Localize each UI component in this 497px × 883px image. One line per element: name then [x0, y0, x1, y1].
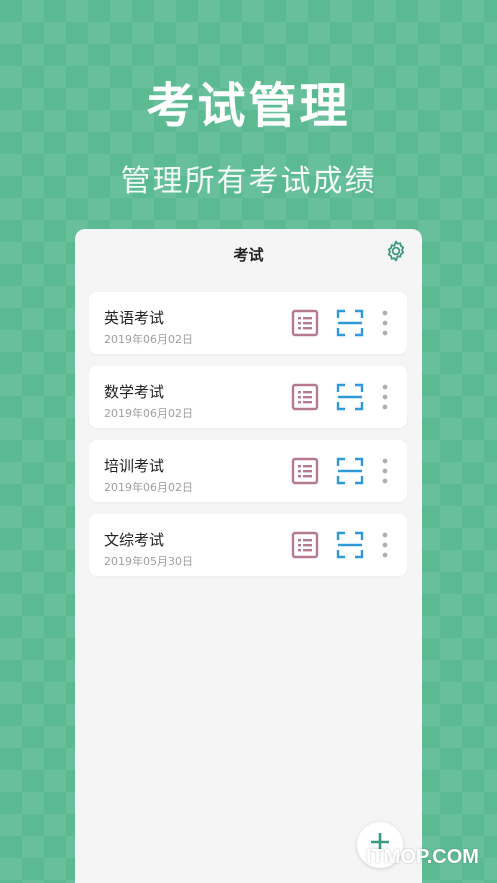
more-vertical-icon[interactable]: [379, 383, 391, 411]
more-vertical-icon[interactable]: [379, 531, 391, 559]
exam-card[interactable]: 文综考试 2019年05月30日: [89, 514, 407, 576]
exam-list: 英语考试 2019年06月02日 数学考试 2019年06月02日 培训考试 2…: [89, 292, 407, 588]
exam-date: 2019年05月30日: [104, 555, 193, 568]
scan-icon[interactable]: [336, 531, 364, 559]
scan-icon[interactable]: [336, 309, 364, 337]
app-top-bar: 考试: [75, 229, 422, 275]
report-list-icon[interactable]: [291, 383, 319, 411]
exam-name: 数学考试: [104, 383, 165, 401]
report-list-icon[interactable]: [291, 531, 319, 559]
exam-card[interactable]: 英语考试 2019年06月02日: [89, 292, 407, 354]
exam-name: 培训考试: [104, 457, 165, 475]
hero-subtitle: 管理所有考试成绩: [120, 164, 377, 199]
exam-card[interactable]: 培训考试 2019年06月02日: [89, 440, 407, 502]
hero-title: 考试管理: [146, 78, 351, 134]
exam-date: 2019年06月02日: [104, 481, 193, 494]
app-screen: 考试 英语考试 2019年06月02日 数学考试 2019年06月02日 培训考…: [75, 229, 422, 883]
gear-icon[interactable]: [384, 239, 408, 263]
report-list-icon[interactable]: [291, 457, 319, 485]
more-vertical-icon[interactable]: [379, 457, 391, 485]
scan-icon[interactable]: [336, 457, 364, 485]
exam-card[interactable]: 数学考试 2019年06月02日: [89, 366, 407, 428]
exam-name: 文综考试: [104, 531, 165, 549]
exam-date: 2019年06月02日: [104, 407, 193, 420]
more-vertical-icon[interactable]: [379, 309, 391, 337]
site-watermark: ITMOP.COM: [366, 846, 479, 868]
scan-icon[interactable]: [336, 383, 364, 411]
report-list-icon[interactable]: [291, 309, 319, 337]
exam-name: 英语考试: [104, 309, 165, 327]
app-title: 考试: [233, 246, 264, 264]
exam-date: 2019年06月02日: [104, 333, 193, 346]
